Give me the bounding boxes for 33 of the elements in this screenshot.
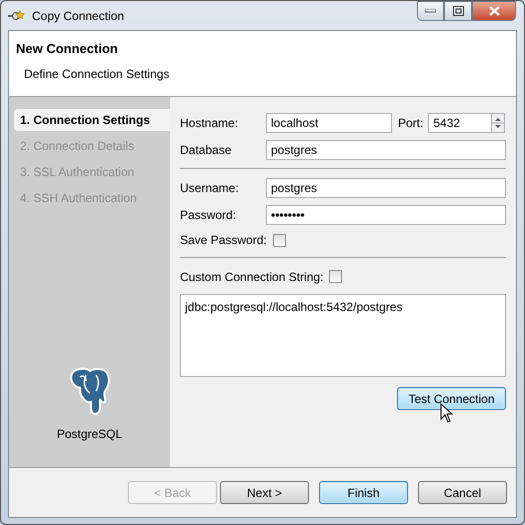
field-label: Custom Connection String:: [180, 268, 324, 286]
minimize-icon: [425, 9, 436, 13]
wizard-step[interactable]: 1. Connection Settings: [14, 109, 170, 131]
field-label: Username:: [180, 180, 240, 196]
plug-icon: [8, 8, 26, 22]
checkbox[interactable]: [329, 270, 342, 283]
close-button[interactable]: [472, 1, 516, 21]
dialog-button[interactable]: Finish: [319, 481, 408, 504]
dialog-button[interactable]: Next >: [220, 481, 309, 504]
input-field[interactable]: postgres: [266, 178, 506, 198]
input-field[interactable]: postgres: [266, 140, 506, 160]
port-field[interactable]: 5432: [428, 112, 492, 132]
password-field[interactable]: ••••••••: [266, 204, 506, 224]
maximize-button[interactable]: [444, 1, 472, 21]
field-label: Database: [180, 142, 232, 158]
window-title: Copy Connection: [32, 8, 124, 24]
connection-string-field[interactable]: jdbc:postgresql://localhost:5432/postgres: [180, 294, 506, 377]
field-label: Hostname:: [180, 114, 240, 132]
field-label: Password:: [180, 206, 238, 224]
field-label: Save Password:: [180, 232, 267, 249]
driver-name: PostgreSQL: [56, 426, 122, 443]
page-description: Define Connection Settings: [24, 66, 170, 82]
checkbox[interactable]: [272, 234, 286, 246]
input-field[interactable]: localhost: [266, 112, 392, 132]
close-icon: [488, 6, 500, 16]
page-title: New Connection: [16, 40, 119, 58]
test-connection-button[interactable]: Test Connection: [397, 387, 506, 410]
maximize-icon: [452, 6, 464, 16]
spinner-control[interactable]: [491, 112, 506, 132]
minimize-button[interactable]: [417, 1, 444, 21]
field-label: Port:: [398, 114, 424, 132]
dialog-button[interactable]: Cancel: [418, 481, 507, 504]
mouse-pointer-icon: [440, 403, 453, 423]
